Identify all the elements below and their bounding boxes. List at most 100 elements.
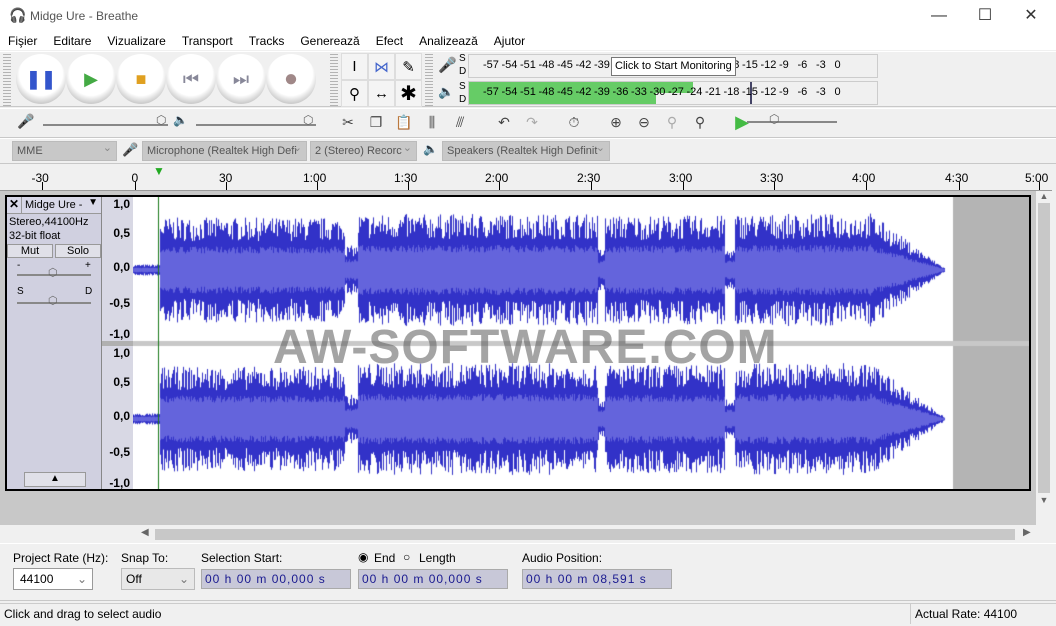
solo-button[interactable]: Solo [55,244,101,258]
fit-selection-button[interactable]: ⚲ [660,110,684,134]
cut-button[interactable]: ✂ [336,110,360,134]
stop-button[interactable]: ■ [116,54,166,104]
trim-icon: ⫼ [428,113,436,130]
close-button[interactable]: ✕ [1008,4,1054,28]
scale-label: -1,0 [109,327,130,341]
vertical-scale[interactable]: 1,0 0,5 0,0 -0,5 -1,0 [102,197,133,341]
play-button[interactable]: ▶ [66,54,116,104]
menu-help[interactable]: Ajutor [486,32,533,50]
slider-thumb[interactable]: ⬡ [303,113,313,127]
undo-icon: ↶ [498,113,510,130]
menu-edit[interactable]: Editare [45,32,99,50]
end-label: End [374,551,396,565]
silence-button[interactable]: ⫻ [448,110,472,134]
horizontal-scroll-thumb[interactable] [155,529,1015,540]
minimize-button[interactable]: — [916,4,962,28]
vertical-scroll-thumb[interactable] [1038,203,1050,493]
microphone-icon[interactable]: 🎤 [438,56,457,74]
meter-tick: -12 [760,86,777,98]
horizontal-scrollbar[interactable]: ◀ ▶ [137,527,1036,542]
menu-generate[interactable]: Generează [292,32,367,50]
speaker-icon[interactable]: 🔈 [438,84,454,100]
vertical-scrollbar[interactable]: ▲ ▼ [1036,191,1052,525]
track-close-button[interactable]: ✕ [7,197,22,213]
chevron-down-icon[interactable]: ▼ [88,197,101,213]
menu-transport[interactable]: Transport [174,32,241,50]
track-name-menu[interactable]: Midge Ure - [22,197,88,213]
recording-channels-select[interactable]: 2 (Stereo) Recorc [310,141,417,161]
multi-tool[interactable]: ✱ [395,80,422,107]
copy-icon: ❐ [369,113,383,130]
paste-button[interactable]: 📋 [392,110,416,134]
scale-label: 0,0 [113,260,130,274]
meter-tick: -6 [797,59,808,71]
pan-left-label: S [17,286,24,297]
slider-thumb[interactable]: ⬡ [769,112,779,126]
meter-tick: -39 [594,86,610,98]
audio-host-select[interactable]: MME [12,141,117,161]
ruler-tick: -30 [31,171,49,185]
time-shift-tool[interactable]: ↔ [368,80,395,107]
playback-volume-slider[interactable] [196,124,316,126]
zoom-tool[interactable]: ⚲ [341,80,368,107]
meter-left-label: S [459,81,466,92]
snap-to-select[interactable]: Off ⌄ [121,568,195,590]
slider-thumb[interactable]: ⬡ [48,294,58,307]
meter-tick: -57 [483,86,499,98]
record-button[interactable]: ● [266,54,316,104]
skip-to-start-button[interactable]: ⏮ [166,54,216,104]
menu-tracks[interactable]: Tracks [241,32,293,50]
pause-button[interactable]: ❚❚ [16,54,66,104]
scale-label: 0,5 [113,226,130,240]
toolbar-grip[interactable] [330,54,338,106]
menu-analyze[interactable]: Analizează [411,32,486,50]
meter-tick: -6 [797,86,808,98]
pause-icon: ❚❚ [25,68,57,89]
scale-label: -0,5 [109,445,130,459]
undo-button[interactable]: ↶ [492,110,516,134]
mute-button[interactable]: Mut [7,244,53,258]
zoom-in-button[interactable]: ⊕ [604,110,628,134]
menu-file[interactable]: Fişier [0,32,45,50]
length-radio[interactable]: ○ [403,550,410,564]
selection-tool[interactable]: I [341,53,368,80]
play-speed-slider[interactable] [747,121,837,123]
playback-meter[interactable]: -57 -54 -51 -48 -45 -42 -39 -36 -33 -30 -27 -24 -21-… [468,81,878,105]
slider-thumb[interactable]: ⬡ [48,266,58,279]
gain-min-label: - [17,260,21,271]
menu-view[interactable]: Vizualizare [99,32,173,50]
recording-device-select[interactable]: Microphone (Realtek High Defi [142,141,307,161]
audio-position-field[interactable]: 00 h 00 m 08,591 s [522,569,672,589]
selection-start-field[interactable]: 00 h 00 m 00,000 s [201,569,351,589]
meter-tick: -45 [557,59,573,71]
redo-icon: ↷ [526,113,538,130]
skip-to-end-button[interactable]: ⏭ [216,54,266,104]
redo-button[interactable]: ↷ [520,110,544,134]
meter-left-label: S [459,53,466,64]
project-rate-value: 44100 [20,572,54,586]
skip-end-icon: ⏭ [232,68,250,89]
toolbar-grip[interactable] [425,54,433,106]
slider-thumb[interactable]: ⬡ [156,113,166,127]
sync-lock-button[interactable]: ⏱ [562,110,586,134]
project-rate-select[interactable]: 44100 ⌄ [13,568,93,590]
pan-right-label: D [85,286,93,297]
fit-project-button[interactable]: ⚲ [688,110,712,134]
zoom-out-button[interactable]: ⊖ [632,110,656,134]
envelope-tool[interactable]: ⋈ [368,53,395,80]
track-control-panel: ✕ Midge Ure - ▼ Stereo,44100Hz 32-bit fl… [7,197,102,489]
trim-button[interactable]: ⫼ [420,110,444,134]
gain-max-label: + [85,260,91,271]
playback-device-select[interactable]: Speakers (Realtek High Definit [442,141,610,161]
draw-tool[interactable]: ✎ [395,53,422,80]
recording-volume-slider[interactable] [43,124,168,126]
headphones-icon: 🎧 [9,7,27,23]
maximize-button[interactable]: ☐ [962,4,1008,28]
copy-button[interactable]: ❐ [364,110,388,134]
selection-end-field[interactable]: 00 h 00 m 00,000 s [358,569,508,589]
collapse-track-button[interactable]: ▲ [24,472,86,487]
vertical-scale[interactable]: 1,0 0,5 0,0 -0,5 -1,0 [102,346,133,490]
end-radio[interactable]: ◉ [358,550,368,564]
play-head-marker[interactable]: ▼ [153,164,165,178]
menu-effect[interactable]: Efect [368,32,411,50]
